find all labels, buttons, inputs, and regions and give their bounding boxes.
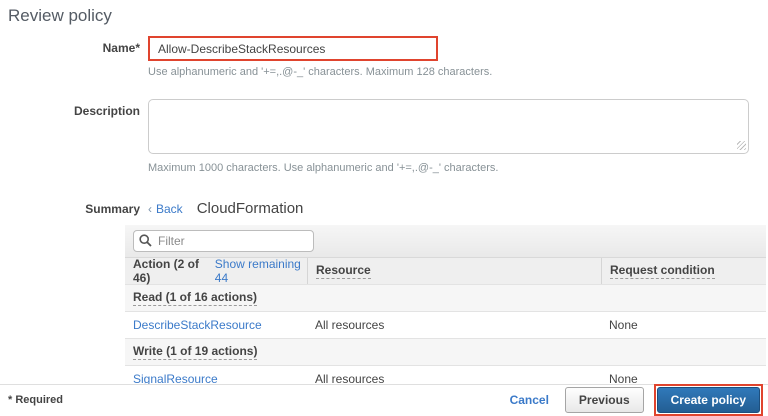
name-field-group: Use alphanumeric and '+=,.@-_' character… xyxy=(148,36,492,78)
policy-name-input[interactable] xyxy=(150,38,436,59)
cancel-link[interactable]: Cancel xyxy=(510,393,549,407)
footer-actions: Cancel Previous Create policy xyxy=(510,384,763,416)
description-help-text: Maximum 1000 characters. Use alphanumeri… xyxy=(148,162,749,174)
column-header-resource: Resource xyxy=(307,258,601,284)
name-form-row: Name* Use alphanumeric and '+=,.@-_' cha… xyxy=(8,36,760,78)
textarea-resize-handle[interactable] xyxy=(737,141,746,150)
back-link[interactable]: ‹ Back xyxy=(148,202,183,216)
condition-cell: None xyxy=(601,318,766,332)
page-title: Review policy xyxy=(8,6,760,26)
group-row-write: Write (1 of 19 actions) xyxy=(125,339,766,366)
policy-description-textarea[interactable] xyxy=(148,99,749,154)
write-group-label[interactable]: Write (1 of 19 actions) xyxy=(133,344,257,360)
action-count-label: Action (2 of 46) xyxy=(133,257,211,285)
resource-cell: All resources xyxy=(307,318,601,332)
name-label: Name* xyxy=(8,36,148,78)
read-group-label[interactable]: Read (1 of 16 actions) xyxy=(133,290,257,306)
service-name-heading: CloudFormation xyxy=(197,200,304,217)
previous-button[interactable]: Previous xyxy=(565,387,644,413)
review-policy-page: Review policy Name* Use alphanumeric and… xyxy=(0,0,768,393)
show-remaining-link[interactable]: Show remaining 44 xyxy=(215,257,307,285)
name-annotation-highlight xyxy=(148,36,438,61)
column-header-action: Action (2 of 46) Show remaining 44 xyxy=(125,258,307,284)
footer-action-bar: * Required Cancel Previous Create policy xyxy=(0,384,768,415)
policy-summary-table: Action (2 of 46) Show remaining 44 Resou… xyxy=(125,225,766,393)
summary-header: ‹ Back CloudFormation xyxy=(148,198,303,217)
filter-input[interactable] xyxy=(133,230,314,252)
description-form-row: Description Maximum 1000 characters. Use… xyxy=(8,99,760,174)
required-note: * Required xyxy=(8,394,63,406)
resource-header-label[interactable]: Resource xyxy=(316,263,371,279)
request-condition-header-label[interactable]: Request condition xyxy=(610,263,715,279)
table-row: DescribeStackResource All resources None xyxy=(125,312,766,339)
action-link-describe-stack-resource[interactable]: DescribeStackResource xyxy=(133,318,262,332)
description-label: Description xyxy=(8,99,148,174)
table-filter-bar xyxy=(125,225,766,258)
table-header-row: Action (2 of 46) Show remaining 44 Resou… xyxy=(125,258,766,285)
create-policy-button[interactable]: Create policy xyxy=(657,387,760,413)
create-policy-annotation-highlight: Create policy xyxy=(654,384,763,416)
name-help-text: Use alphanumeric and '+=,.@-_' character… xyxy=(148,66,492,78)
summary-label: Summary xyxy=(8,199,148,216)
column-header-request-condition: Request condition xyxy=(601,258,766,284)
search-icon xyxy=(139,234,152,247)
action-cell: DescribeStackResource xyxy=(125,318,307,332)
back-link-label: Back xyxy=(156,202,183,216)
chevron-left-icon: ‹ xyxy=(148,202,152,216)
summary-form-row: Summary ‹ Back CloudFormation xyxy=(8,198,760,217)
group-row-read: Read (1 of 16 actions) xyxy=(125,285,766,312)
description-field-group: Maximum 1000 characters. Use alphanumeri… xyxy=(148,99,749,174)
